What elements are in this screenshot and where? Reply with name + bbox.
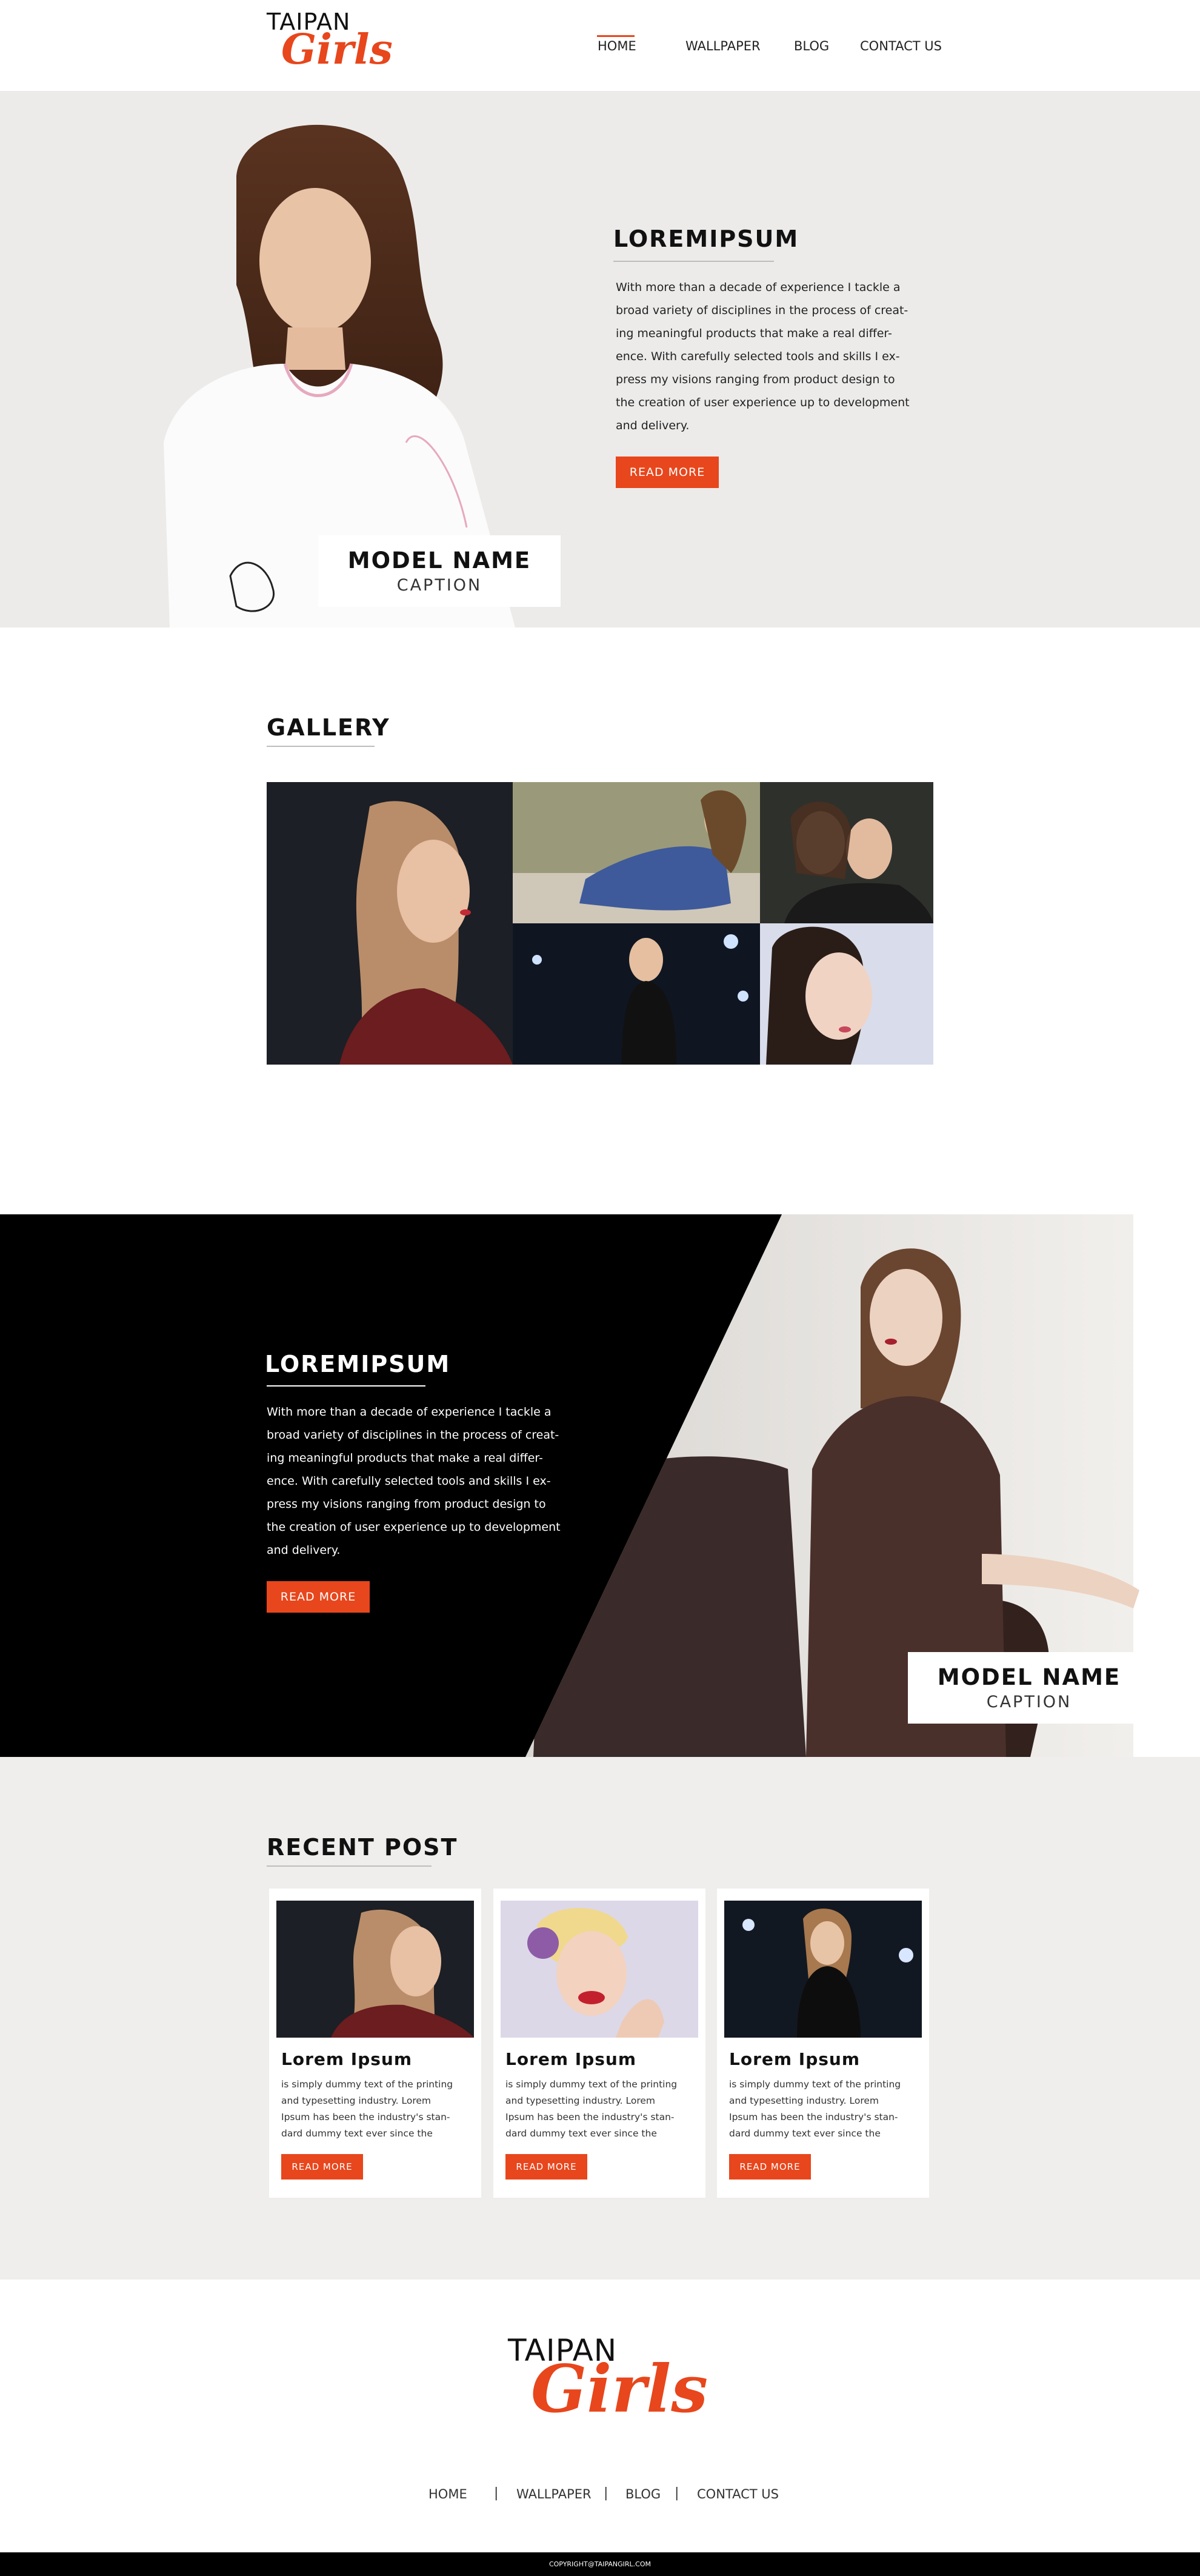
footer-link-wallpaper[interactable]: WALLPAPER — [516, 2487, 592, 2501]
footer-link-blog[interactable]: BLOG — [625, 2487, 661, 2501]
feature-line: ing meaningful products that make a real… — [267, 1451, 543, 1465]
post-read-more-button-1[interactable]: READ MORE — [281, 2154, 363, 2180]
feature-section: LOREMIPSUM With more than a decade of ex… — [0, 1214, 1200, 1757]
post-line: and typesetting industry. Lorem — [281, 2095, 432, 2106]
footer-separator: | — [494, 2486, 499, 2501]
copyright-bar: COPYRIGHT@TAIPANGIRL.COM — [0, 2552, 1200, 2576]
site-header: TAIPAN Girls HOME WALLPAPER BLOG CONTACT… — [0, 0, 1200, 91]
feature-line: broad variety of disciplines in the proc… — [267, 1428, 559, 1442]
post-line: and typesetting industry. Lorem — [729, 2095, 879, 2106]
gallery-image-4-art — [513, 923, 760, 1065]
post-card-3: Lorem Ipsum is simply dummy text of the … — [717, 1889, 929, 2198]
feature-caption-name: MODEL NAME — [937, 1664, 1121, 1690]
hero-line: broad variety of disciplines in the proc… — [616, 304, 908, 317]
footer-logo-script-text: Girls — [531, 2351, 708, 2427]
hero-line: ing meaningful products that make a real… — [616, 327, 892, 340]
nav-home[interactable]: HOME — [598, 39, 636, 53]
nav-contact-us[interactable]: CONTACT US — [860, 39, 942, 53]
post-title-3[interactable]: Lorem Ipsum — [729, 2049, 860, 2069]
hero-title-rule — [613, 261, 774, 262]
hero-line: the creation of user experience up to de… — [616, 396, 910, 409]
feature-line: the creation of user experience up to de… — [267, 1521, 561, 1534]
post-text-3: is simply dummy text of the printing and… — [729, 2076, 923, 2142]
logo[interactable]: TAIPAN Girls — [267, 8, 393, 74]
feature-line: press my visions ranging from product de… — [267, 1497, 546, 1511]
post-line: dard dummy text ever since the — [729, 2128, 881, 2139]
hero-line: press my visions ranging from product de… — [616, 373, 895, 386]
feature-caption-sub: CAPTION — [986, 1693, 1072, 1711]
post-line: is simply dummy text of the printing — [281, 2079, 453, 2090]
post-line: dard dummy text ever since the — [505, 2128, 657, 2139]
post-line: Ipsum has been the industry's stan- — [729, 2112, 898, 2123]
recent-title-rule — [267, 1865, 432, 1867]
gallery-image-3-art — [760, 782, 933, 923]
post-line: Ipsum has been the industry's stan- — [505, 2112, 675, 2123]
hero-caption-sub: CAPTION — [396, 576, 482, 595]
footer-link-contact-us[interactable]: CONTACT US — [697, 2487, 779, 2501]
hero-caption-name: MODEL NAME — [347, 547, 532, 574]
copyright-text: COPYRIGHT@TAIPANGIRL.COM — [548, 2560, 652, 2568]
gallery-title-rule — [267, 746, 375, 747]
post-read-more-button-2[interactable]: READ MORE — [505, 2154, 587, 2180]
hero-caption-box: MODEL NAME CAPTION — [318, 535, 561, 607]
hero-read-more-button[interactable]: READ MORE — [616, 457, 719, 488]
post-line: is simply dummy text of the printing — [505, 2079, 678, 2090]
gallery-image-5-art — [760, 923, 933, 1065]
post-title-2[interactable]: Lorem Ipsum — [505, 2049, 636, 2069]
post-image-3[interactable] — [724, 1901, 922, 2038]
gallery-image-1-art — [339, 801, 513, 1065]
gallery-image-1[interactable] — [267, 782, 513, 1065]
post-image-1[interactable] — [276, 1901, 474, 2038]
gallery-image-2[interactable] — [513, 782, 760, 923]
footer-logo[interactable]: TAIPAN Girls — [508, 2333, 708, 2427]
hero-line: With more than a decade of experience I … — [616, 281, 901, 294]
post-line: dard dummy text ever since the — [281, 2128, 433, 2139]
post-line: and typesetting industry. Lorem — [505, 2095, 656, 2106]
hero-line: ence. With carefully selected tools and … — [616, 350, 900, 363]
hero-title: LOREMIPSUM — [613, 226, 799, 252]
post-image-2[interactable] — [501, 1901, 698, 2038]
feature-title-rule — [267, 1385, 425, 1387]
feature-caption-box: MODEL NAME CAPTION — [908, 1652, 1150, 1724]
nav-blog[interactable]: BLOG — [794, 39, 829, 53]
footer-separator: | — [675, 2486, 679, 2501]
post-title-1[interactable]: Lorem Ipsum — [281, 2049, 412, 2069]
post-text-2: is simply dummy text of the printing and… — [505, 2076, 699, 2142]
feature-line: and delivery. — [267, 1544, 341, 1557]
feature-title: LOREMIPSUM — [265, 1351, 451, 1377]
post-card-2: Lorem Ipsum is simply dummy text of the … — [493, 1889, 705, 2198]
post-line: Ipsum has been the industry's stan- — [281, 2112, 450, 2123]
hero-section: MODEL NAME CAPTION LOREMIPSUM With more … — [0, 91, 1200, 627]
gallery-image-5[interactable] — [760, 923, 933, 1065]
post-card-1: Lorem Ipsum is simply dummy text of the … — [269, 1889, 481, 2198]
gallery-image-2-art — [513, 782, 760, 923]
feature-line: With more than a decade of experience I … — [267, 1405, 552, 1419]
feature-paragraph: With more than a decade of experience I … — [267, 1400, 606, 1562]
nav-wallpaper[interactable]: WALLPAPER — [685, 39, 761, 53]
logo-script-text: Girls — [281, 25, 393, 74]
recent-title: RECENT POST — [267, 1834, 458, 1861]
hero-line: and delivery. — [616, 419, 690, 432]
post-line: is simply dummy text of the printing — [729, 2079, 901, 2090]
nav-active-indicator — [597, 35, 635, 37]
footer-separator: | — [604, 2486, 608, 2501]
feature-read-more-button[interactable]: READ MORE — [267, 1581, 370, 1613]
post-text-1: is simply dummy text of the printing and… — [281, 2076, 475, 2142]
hero-paragraph: With more than a decade of experience I … — [616, 276, 955, 437]
gallery-title: GALLERY — [267, 714, 390, 741]
post-read-more-button-3[interactable]: READ MORE — [729, 2154, 811, 2180]
gallery-image-4[interactable] — [513, 923, 760, 1065]
feature-line: ence. With carefully selected tools and … — [267, 1474, 551, 1488]
gallery-image-3[interactable] — [760, 782, 933, 923]
footer-link-home[interactable]: HOME — [428, 2487, 467, 2501]
